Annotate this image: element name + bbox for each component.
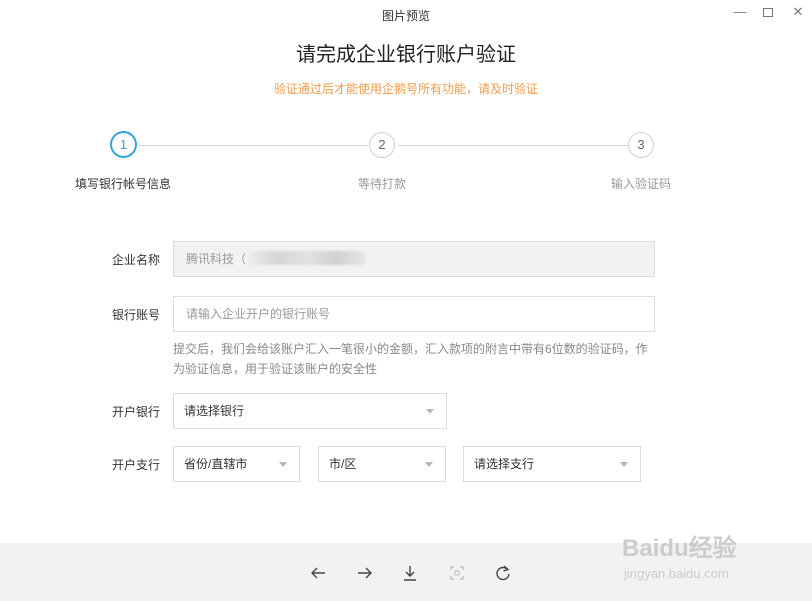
bank-account-hint: 提交后，我们会给该账户汇入一笔很小的金额，汇入款项的附言中带有6位数的验证码，作… [173,342,648,376]
step-2-indicator: 2 [369,132,395,158]
chevron-down-icon [426,409,434,414]
minimize-button[interactable]: — [729,4,751,20]
arrow-left-icon[interactable] [306,561,330,585]
step-3-label: 输入验证码 [610,177,671,191]
arrow-right-icon[interactable] [353,561,377,585]
branch-select-value: 请选择支行 [474,457,535,471]
fit-screen-icon[interactable] [445,561,469,585]
step-3-indicator: 3 [628,132,654,158]
window-title: 图片预览 [381,9,430,23]
step-1-indicator: 1 [110,131,137,158]
step-1-label: 填写银行帐号信息 [74,177,171,191]
city-select[interactable]: 市/区 [318,446,446,482]
company-name-field: 腾讯科技（ [173,241,655,277]
step-2-label: 等待打款 [357,177,406,191]
bank-account-placeholder: 请输入企业开户的银行账号 [186,307,331,321]
bank-select-value: 请选择银行 [184,404,245,418]
page-title: 请完成企业银行账户验证 [296,44,516,66]
province-select-value: 省份/直辖市 [184,457,248,471]
chevron-down-icon [425,462,433,467]
chevron-down-icon [279,462,287,467]
bank-account-label: 银行账号 [111,308,160,322]
baidu-watermark: Baidu经验 jingyan.baidu.com [622,528,782,588]
chevron-down-icon [620,462,628,467]
bank-account-input[interactable]: 请输入企业开户的银行账号 [173,296,655,332]
branch-label: 开户支行 [111,458,160,472]
close-button[interactable]: ✕ [787,4,809,20]
redacted-company-name [248,251,366,265]
step-connector [398,145,628,146]
watermark-main: Baidu经验 [622,535,737,562]
maximize-button[interactable] [757,4,779,20]
branch-select[interactable]: 请选择支行 [463,446,641,482]
page-subtitle: 验证通过后才能使用企鹅号所有功能，请及时验证 [273,82,538,96]
title-bar: 图片预览 — ✕ [0,0,812,30]
rotate-icon[interactable] [491,561,515,585]
bank-label: 开户银行 [111,405,160,419]
step-connector [138,145,368,146]
company-name-label: 企业名称 [111,253,160,267]
watermark-sub: jingyan.baidu.com [624,566,729,581]
download-icon[interactable] [398,561,422,585]
city-select-value: 市/区 [329,457,357,471]
bank-select[interactable]: 请选择银行 [173,393,447,429]
maximize-icon [763,8,773,18]
company-name-value: 腾讯科技（ [186,252,247,266]
province-select[interactable]: 省份/直辖市 [173,446,300,482]
